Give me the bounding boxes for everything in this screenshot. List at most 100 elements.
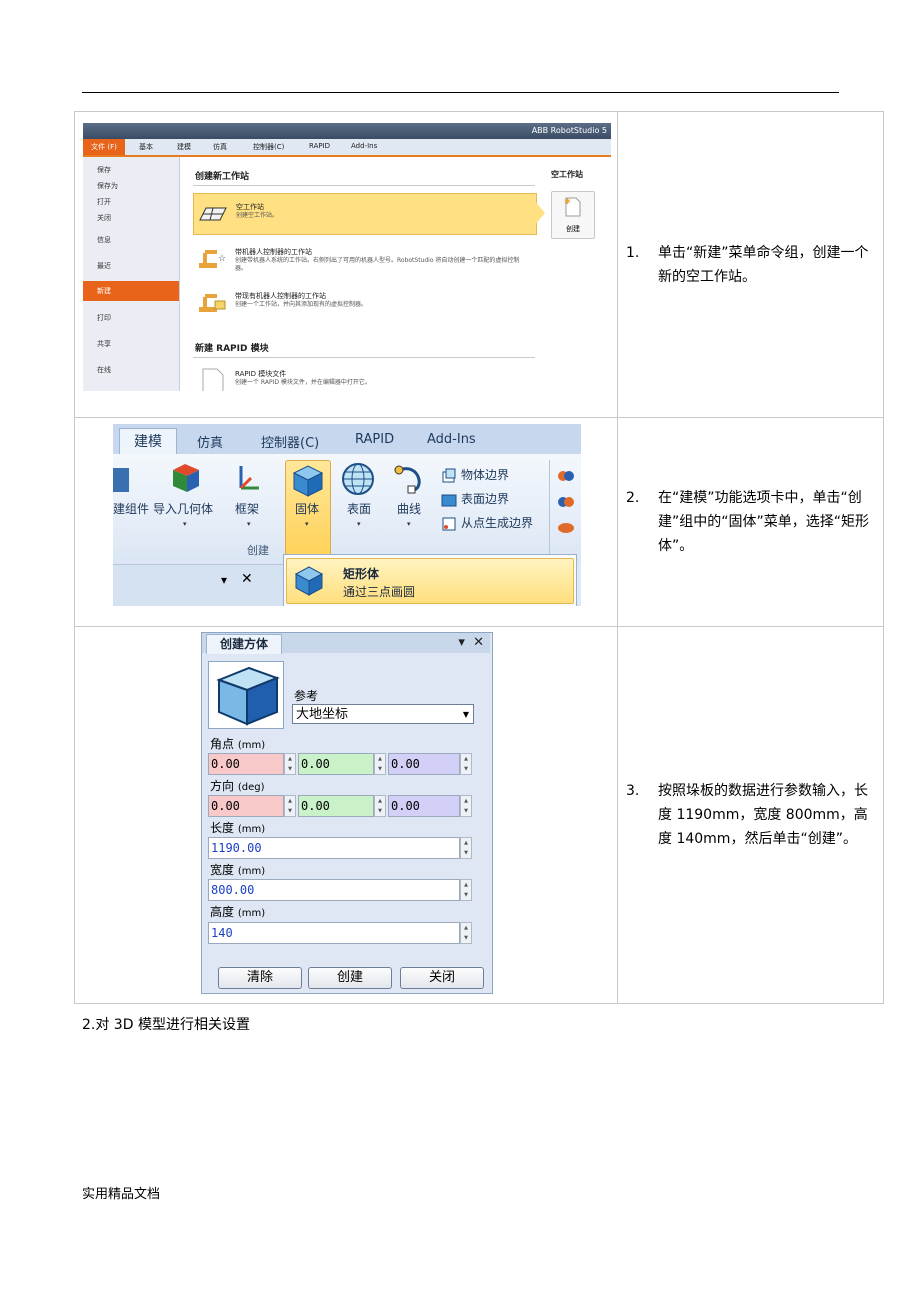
sidebar-item-recent[interactable]: 最近 [97,261,111,271]
tab-basic[interactable]: 基本 [139,142,153,152]
tab-addins[interactable]: Add-Ins [427,432,476,447]
menu-item-box[interactable]: 矩形体 通过三点画圆 [286,558,574,604]
spinner[interactable]: ▲ ▼ [460,795,472,817]
pin-icon[interactable]: ▾ [221,573,227,587]
spinner[interactable]: ▲ ▼ [460,879,472,901]
panel-tab: 创建方体 ▾ ✕ [202,633,490,654]
tab-file[interactable]: 文件 (F) [83,139,125,155]
button-points-edge[interactable]: 从点生成边界 [461,514,533,531]
heading-new-station: 创建新工作站 [195,172,250,182]
tab-rapid[interactable]: RAPID [355,432,394,447]
close-icon[interactable]: ✕ [241,571,253,587]
direction-x-field[interactable]: 0.00 [208,795,284,817]
reference-value: 大地坐标 [296,707,349,722]
button-solid[interactable]: 固体 [295,500,319,517]
button-body-edge[interactable]: 物体边界 [461,466,509,483]
table-row: 建模 仿真 控制器(C) RAPID Add-Ins 建组件 导入几何体 ▾ 框… [74,417,884,627]
big-cube-icon [216,666,280,726]
button-import-geometry[interactable]: 导入几何体 [153,500,213,517]
cube-preview [208,661,284,729]
height-field[interactable]: 140 [208,922,460,944]
sidebar-item-open[interactable]: 打开 [97,197,111,207]
file-menu-screenshot: ABB RobotStudio 5 基本 建模 仿真 控制器(C) RAPID … [83,123,611,391]
selection-arrow-icon [535,201,545,225]
create-button[interactable]: ✱ 创建 [551,191,595,239]
clear-button[interactable]: 清除 [218,967,302,989]
tab-rapid[interactable]: RAPID [309,142,330,150]
tab-sim[interactable]: 仿真 [213,142,227,152]
tab-model[interactable]: 建模 [119,428,177,457]
corner-label: 角点 [210,737,235,751]
surface-edge-icon [441,494,457,507]
spinner[interactable]: ▲ ▼ [284,753,296,775]
frame-icon [239,466,259,490]
list-item[interactable]: RAPID 模块文件 创建一个 RAPID 模块文件，并在编辑器中打开它。 [193,361,535,391]
list-item[interactable]: 空工作站 创建空工作站。 [193,193,537,235]
create-box-panel: 创建方体 ▾ ✕ 参考 大地坐标 ▼ 角点 (mm) 0.00 ▲ ▼ 0.00 ▲… [201,632,493,994]
tab-ctrl[interactable]: 控制器(C) [261,432,319,451]
unit-label: (mm) [237,866,266,877]
spinner[interactable]: ▲ ▼ [374,795,386,817]
step-3: 3. 按照垛板的数据进行参数输入，长度 1190mm，宽度 800mm，高度 14… [618,779,883,851]
direction-label: 方向 [210,779,235,793]
direction-z-field[interactable]: 0.00 [388,795,460,817]
sidebar-item-close[interactable]: 关闭 [97,213,111,223]
unit-label: (mm) [237,740,266,751]
sidebar-item-share[interactable]: 共享 [97,339,111,349]
sidebar-item-online[interactable]: 在线 [97,365,111,375]
spinner[interactable]: ▲ ▼ [374,753,386,775]
table-row: 创建方体 ▾ ✕ 参考 大地坐标 ▼ 角点 (mm) 0.00 ▲ ▼ 0.00 ▲… [74,626,884,1004]
item-sub: 创建空工作站。 [236,212,279,219]
reference-select[interactable]: 大地坐标 ▼ [292,704,474,724]
surface-sphere-icon [342,463,374,495]
page-footer: 实用精品文档 [82,1187,161,1202]
button-surface-edge[interactable]: 表面边界 [461,490,509,507]
sidebar-item-saveas[interactable]: 保存为 [97,181,118,191]
direction-y-field[interactable]: 0.00 [298,795,374,817]
tab-sim[interactable]: 仿真 [197,432,223,451]
corner-y-field[interactable]: 0.00 [298,753,374,775]
spinner[interactable]: ▲ ▼ [460,922,472,944]
corner-z-field[interactable]: 0.00 [388,753,460,775]
corner-x-field[interactable]: 0.00 [208,753,284,775]
tab-ctrl[interactable]: 控制器(C) [253,142,284,152]
group-label: 创建 [247,544,269,557]
width-field[interactable]: 800.00 [208,879,460,901]
length-field[interactable]: 1190.00 [208,837,460,859]
tab-model[interactable]: 建模 [177,142,191,152]
spinner[interactable]: ▲ ▼ [460,837,472,859]
button-frame[interactable]: 框架 [235,500,259,517]
length-label: 长度 [210,821,235,835]
points-edge-icon [442,517,456,531]
screenshot-cell: 建模 仿真 控制器(C) RAPID Add-Ins 建组件 导入几何体 ▾ 框… [74,417,618,627]
instruction-table: ABB RobotStudio 5 基本 建模 仿真 控制器(C) RAPID … [74,111,884,1004]
reference-label: 参考 [294,689,319,703]
button-component[interactable]: 建组件 [113,500,149,517]
step-number: 2. [626,490,640,506]
sidebar-item-new[interactable]: 新建 [83,281,179,301]
dropdown-arrow-icon: ▾ [357,520,361,528]
section-heading: 2.对 3D 模型进行相关设置 [82,1017,250,1033]
close-button[interactable]: 关闭 [400,967,484,989]
button-curve[interactable]: 曲线 [397,500,421,517]
step-text: 按照垛板的数据进行参数输入，长度 1190mm，宽度 800mm，高度 140m… [658,783,868,847]
component-icon [113,468,129,492]
create-button[interactable]: 创建 [308,967,392,989]
robot-folder-icon [199,294,226,312]
list-item[interactable]: ☆ 带机器人控制器的工作站 创建带机器人系统的工作站。右侧列出了可用的机器人型号… [193,239,535,279]
body-edge-icon [442,468,456,483]
button-surface[interactable]: 表面 [347,500,371,517]
ribbon-tabs: 基本 建模 仿真 控制器(C) RAPID Add-Ins [83,139,611,157]
sidebar-item-save[interactable]: 保存 [97,165,111,175]
spinner[interactable]: ▲ ▼ [284,795,296,817]
sidebar-item-print[interactable]: 打印 [97,313,111,323]
document-icon [202,368,224,391]
spinner[interactable]: ▲ ▼ [460,753,472,775]
sidebar-item-info[interactable]: 信息 [97,235,111,245]
list-item[interactable]: 带现有机器人控制器的工作站 创建一个工作站，并向其添加现有的虚拟控制器。 [193,283,535,323]
menu-item-title: 矩形体 [343,567,380,581]
panel-controls[interactable]: ▾ ✕ [458,635,484,650]
unit-label: (mm) [237,824,266,835]
tab-addins[interactable]: Add-Ins [351,142,377,150]
step-text: 单击“新建”菜单命令组，创建一个新的空工作站。 [658,244,869,285]
